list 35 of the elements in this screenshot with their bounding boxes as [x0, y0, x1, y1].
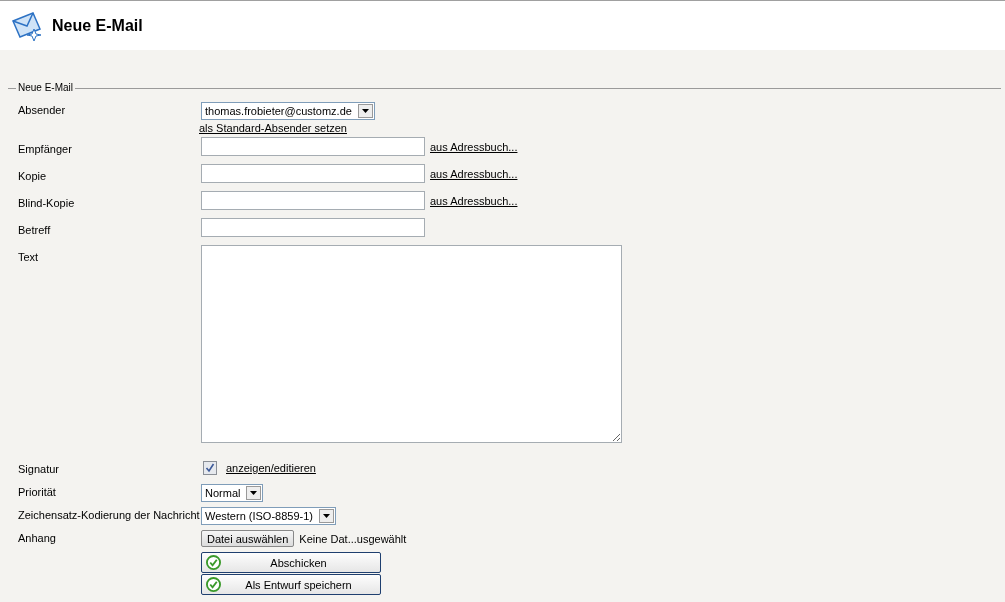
signature-link[interactable]: anzeigen/editieren	[226, 462, 316, 474]
file-button[interactable]: Datei auswählen	[201, 530, 295, 547]
field-label: Zeichensatz-Kodierung der Nachricht	[18, 508, 201, 521]
default-sender-link[interactable]: als Standard-Absender setzen	[199, 122, 347, 134]
envelope-icon	[10, 10, 44, 41]
checkmark-icon	[206, 555, 221, 570]
field-label: Blind-Kopie	[18, 196, 76, 209]
field-label: Betreff	[18, 223, 52, 236]
field-label: Empfänger	[18, 142, 73, 155]
address-book-link[interactable]: aus Adressbuch...	[430, 194, 518, 207]
dropdown[interactable]: Normal	[201, 484, 264, 502]
field-label: Kopie	[18, 169, 48, 182]
fieldset-legend: Neue E-Mail	[16, 82, 76, 93]
input-field[interactable]	[201, 218, 425, 237]
action-button[interactable]: Als Entwurf speichern	[201, 574, 381, 595]
caret-icon	[250, 491, 258, 495]
checkmark-icon	[206, 577, 221, 592]
input-field[interactable]	[201, 191, 425, 210]
field-label: Absender	[18, 103, 67, 116]
caret-icon	[323, 514, 330, 518]
address-book-link[interactable]: aus Adressbuch...	[430, 140, 518, 153]
address-book-link[interactable]: aus Adressbuch...	[430, 167, 518, 180]
field-label: Anhang	[18, 531, 57, 544]
field-label: Text	[18, 250, 40, 263]
page-title: Neue E-Mail	[52, 16, 143, 35]
file-status: Keine Dat...usgewählt	[299, 532, 407, 545]
field-label: Priorität	[18, 485, 57, 498]
input-field[interactable]	[201, 164, 425, 183]
input-field[interactable]	[201, 137, 425, 156]
dropdown[interactable]: thomas.frobieter@customz.de	[201, 102, 375, 120]
action-button[interactable]: Abschicken	[201, 552, 381, 573]
caret-icon	[361, 109, 369, 113]
dropdown[interactable]: Western (ISO-8859-1)	[201, 507, 336, 525]
checkbox[interactable]	[203, 461, 217, 475]
field-label: Signatur	[18, 462, 60, 475]
